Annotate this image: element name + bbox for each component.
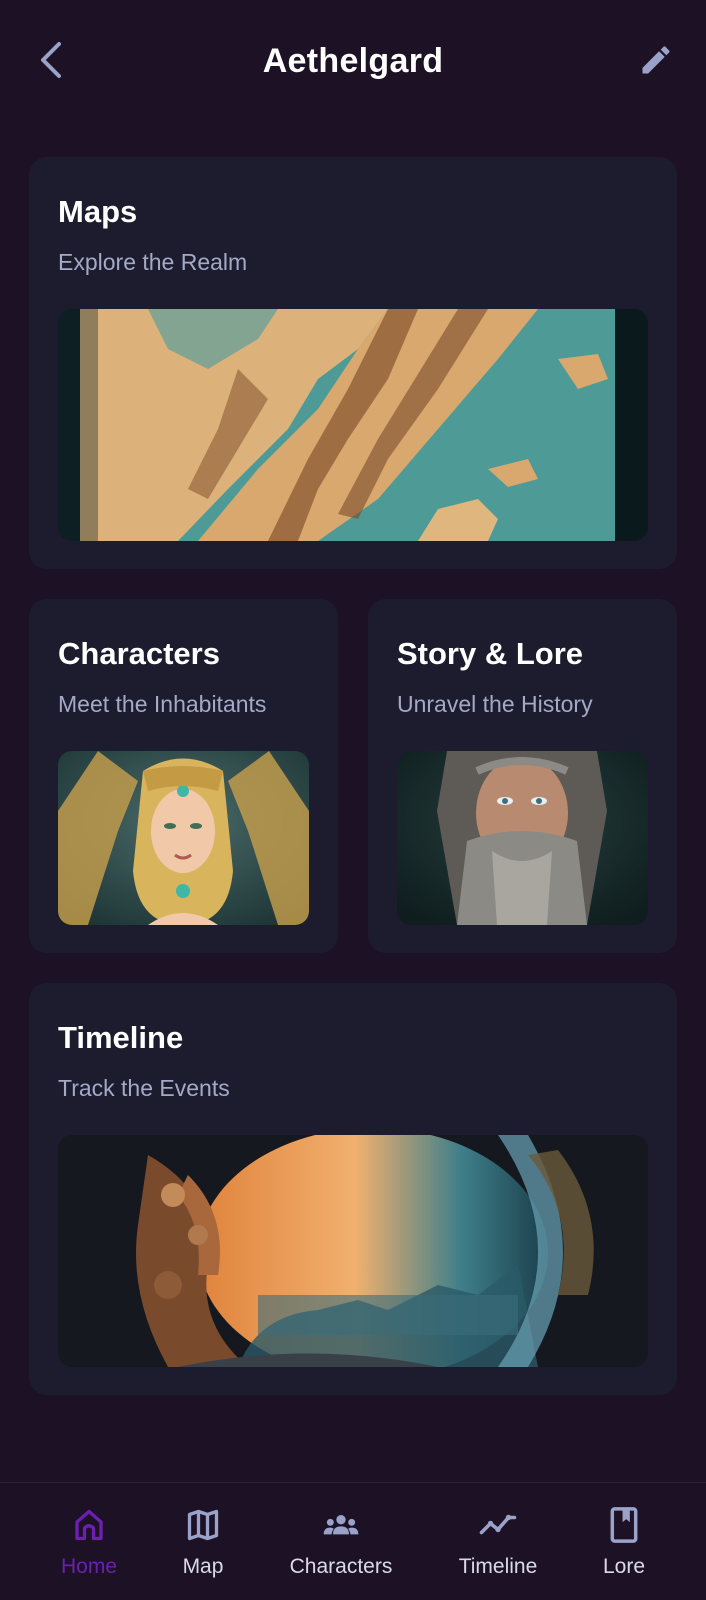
app-header: Aethelgard	[0, 0, 706, 130]
bottom-navigation: Home Map Characters Timeline Lore	[0, 1482, 706, 1600]
map-icon	[183, 1505, 223, 1545]
nav-lore-label: Lore	[602, 1555, 646, 1578]
characters-image	[58, 751, 309, 925]
page-title: Aethelgard	[262, 42, 444, 80]
timeline-card-title: Timeline	[58, 1020, 184, 1055]
characters-card[interactable]: Characters Meet the Inhabitants	[29, 599, 338, 953]
timeline-card-subtitle: Track the Events	[58, 1075, 230, 1101]
timeline-image	[58, 1135, 648, 1367]
trend-icon	[478, 1505, 518, 1545]
nav-map-label: Map	[182, 1555, 224, 1578]
group-icon	[321, 1505, 361, 1545]
pencil-icon	[642, 46, 670, 74]
story-lore-image	[397, 751, 648, 925]
characters-card-title: Characters	[58, 636, 220, 671]
nav-characters-label: Characters	[289, 1555, 393, 1578]
timeline-card[interactable]: Timeline Track the Events	[29, 983, 677, 1395]
maps-image	[58, 309, 648, 541]
maps-card-subtitle: Explore the Realm	[58, 249, 248, 275]
nav-lore[interactable]: Lore	[584, 1483, 664, 1600]
nav-characters[interactable]: Characters	[281, 1483, 401, 1600]
characters-card-subtitle: Meet the Inhabitants	[58, 691, 267, 717]
nav-timeline[interactable]: Timeline	[448, 1483, 548, 1600]
nav-map[interactable]: Map	[163, 1483, 243, 1600]
maps-card[interactable]: Maps Explore the Realm	[29, 157, 677, 569]
nav-home-label: Home	[60, 1555, 118, 1578]
nav-home[interactable]: Home	[49, 1483, 129, 1600]
edit-button[interactable]	[634, 38, 678, 82]
story-lore-card[interactable]: Story & Lore Unravel the History	[368, 599, 677, 953]
nav-timeline-label: Timeline	[458, 1555, 538, 1578]
home-icon	[69, 1505, 109, 1545]
story-lore-card-title: Story & Lore	[397, 636, 584, 671]
maps-card-title: Maps	[58, 194, 138, 229]
story-lore-card-subtitle: Unravel the History	[397, 691, 593, 717]
book-icon	[604, 1505, 644, 1545]
